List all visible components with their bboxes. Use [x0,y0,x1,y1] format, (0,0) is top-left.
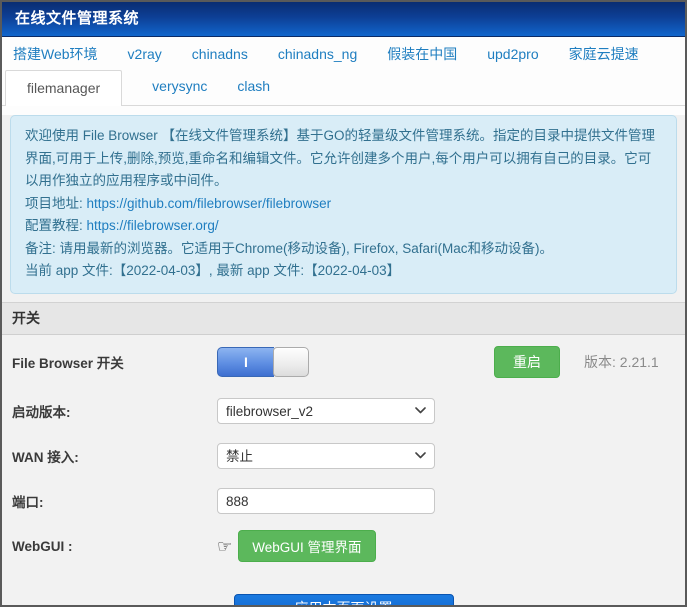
tab-clash[interactable]: clash [237,69,270,105]
toggle-on-segment: I [217,346,274,377]
start-version-select[interactable]: filebrowser_v2 [217,398,435,425]
apply-button[interactable]: 应用本页面设置 [233,593,454,605]
nav-item-upd2pro[interactable]: upd2pro [487,46,538,62]
nav-item-chinadns[interactable]: chinadns [192,46,248,62]
toggle-state-text: I [244,353,248,370]
nav-item-web-env[interactable]: 搭建Web环境 [13,44,98,64]
info-app-files: 当前 app 文件:【2022-04-03】, 最新 app 文件:【2022-… [25,263,401,279]
docs-link[interactable]: https://filebrowser.org/ [87,218,219,233]
filemanager-settings-page: 在线文件管理系统 搭建Web环境 v2ray chinadns chinadns… [0,0,687,607]
project-link[interactable]: https://github.com/filebrowser/filebrows… [87,196,332,211]
nav-item-v2ray[interactable]: v2ray [128,46,162,62]
port-input[interactable] [217,488,435,515]
row-webgui: WebGUI : ☞ WebGUI 管理界面 [2,524,685,569]
settings-form: File Browser 开关 I 重启 版本: 2.21.1 启动版本: fi… [2,334,685,605]
apply-row: 应用本页面设置 [2,568,685,605]
start-version-select-wrap: filebrowser_v2 [217,398,435,425]
restart-button[interactable]: 重启 [494,345,560,378]
version-text: 版本: 2.21.1 [584,352,659,372]
port-label: 端口: [12,495,44,511]
info-project-line: 项目地址: https://github.com/filebrowser/fil… [25,193,662,216]
page-title: 在线文件管理系统 [15,10,140,27]
tab-bar: filemanager verysync clash [2,70,685,106]
section-header-switch: 开关 [2,301,685,335]
row-filebrowser-switch: File Browser 开关 I 重启 版本: 2.21.1 [2,335,685,389]
tab-filemanager[interactable]: filemanager [5,70,123,106]
toggle-knob[interactable] [273,346,309,377]
webgui-label: WebGUI : [12,538,73,554]
top-nav: 搭建Web环境 v2ray chinadns chinadns_ng 假装在中国… [2,37,685,70]
nav-item-chinadns-ng[interactable]: chinadns_ng [278,46,357,62]
wan-access-select[interactable]: 禁止 [217,443,435,470]
webgui-button[interactable]: WebGUI 管理界面 [238,530,376,563]
info-note: 备注: 请用最新的浏览器。它适用于Chrome(移动设备), Firefox, … [25,240,554,256]
tab-verysync[interactable]: verysync [152,69,207,105]
project-label: 项目地址: [25,195,83,211]
switch-label: File Browser 开关 [12,355,124,371]
version-label: 版本: [584,353,616,370]
wan-access-select-wrap: 禁止 [217,443,435,470]
section-title: 开关 [12,309,40,326]
wan-access-label: WAN 接入: [12,450,79,466]
row-start-version: 启动版本: filebrowser_v2 [2,389,685,434]
window-title-bar: 在线文件管理系统 [2,2,685,37]
version-value: 2.21.1 [619,353,659,370]
info-alert: 欢迎使用 File Browser 【在线文件管理系统】基于GO的轻量级文件管理… [10,115,677,294]
info-intro: 欢迎使用 File Browser 【在线文件管理系统】基于GO的轻量级文件管理… [25,128,656,189]
pointing-hand-icon: ☞ [217,536,233,556]
info-docs-line: 配置教程: https://filebrowser.org/ [25,215,662,238]
row-port: 端口: [2,479,685,524]
row-wan-access: WAN 接入: 禁止 [2,434,685,479]
filebrowser-toggle[interactable]: I [217,346,309,377]
tab-content: 欢迎使用 File Browser 【在线文件管理系统】基于GO的轻量级文件管理… [2,115,685,605]
docs-label: 配置教程: [25,218,83,234]
nav-item-fake-china[interactable]: 假装在中国 [387,44,457,64]
start-version-label: 启动版本: [12,405,71,421]
nav-item-home-cloud[interactable]: 家庭云提速 [569,44,639,64]
